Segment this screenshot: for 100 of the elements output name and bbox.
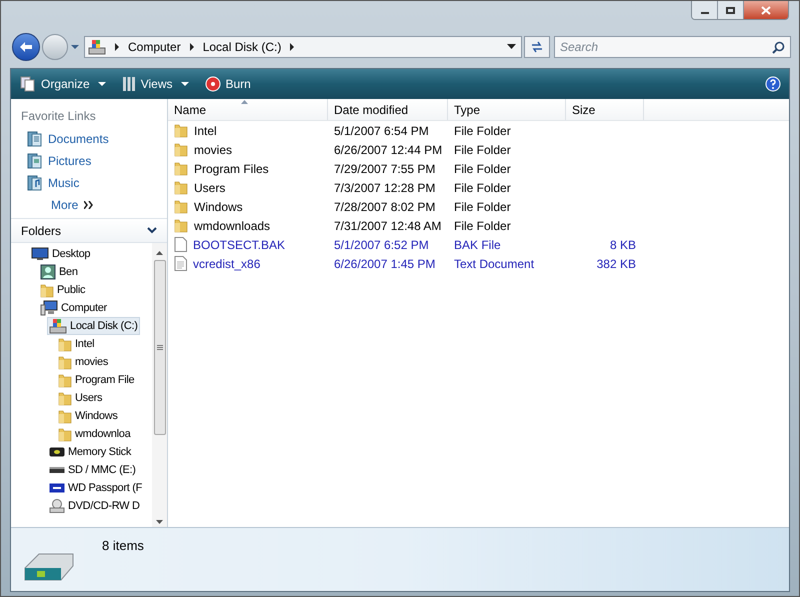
chevron-icon	[147, 227, 157, 234]
chevron-icon[interactable]	[188, 43, 195, 51]
tree-item[interactable]: Public	[38, 281, 88, 299]
file-name: Windows	[194, 198, 243, 216]
more-link[interactable]: More	[21, 194, 167, 216]
help-icon[interactable]	[765, 76, 781, 92]
tree-item[interactable]: DVD/CD-RW D	[47, 497, 142, 515]
toolbar-button[interactable]: Organize	[19, 73, 107, 95]
column-header[interactable]: Date modified	[328, 99, 448, 120]
favorite-link[interactable]: Music	[21, 172, 167, 194]
search-field[interactable]: Search	[554, 36, 791, 58]
maximize-button[interactable]	[718, 1, 744, 19]
monitor-icon	[31, 247, 49, 261]
file-row[interactable]: wmdownloads 7/31/2007 12:48 AM File Folder	[168, 216, 644, 235]
favorite-link[interactable]: Documents	[21, 128, 167, 150]
tree-item[interactable]: wmdownloa	[56, 425, 132, 443]
tree-item[interactable]: Desktop	[29, 245, 92, 263]
date-modified: 7/31/2007 12:48 AM	[334, 218, 442, 232]
file-type: BAK File	[454, 238, 501, 252]
file-name: Users	[194, 180, 226, 196]
minimize-button[interactable]	[692, 1, 718, 19]
tree-item[interactable]: Users	[56, 389, 104, 407]
favorite-link[interactable]: Pictures	[21, 150, 167, 172]
caret-icon[interactable]	[70, 43, 80, 51]
grip-icon	[156, 345, 162, 350]
close-icon	[761, 6, 771, 14]
column-header[interactable]: Type	[448, 99, 566, 120]
address-field[interactable]: Computer Local Disk (C:)	[84, 36, 522, 58]
computer-icon	[40, 300, 58, 316]
date-modified: 7/29/2007 7:55 PM	[334, 162, 436, 176]
dropdown-caret-icon[interactable]	[507, 44, 516, 50]
file-row[interactable]: Windows 7/28/2007 8:02 PM File Folder	[168, 197, 644, 216]
up-arrow-icon[interactable]	[156, 251, 163, 255]
file-row[interactable]: Users 7/3/2007 12:28 PM File Folder	[168, 178, 644, 197]
tree-item[interactable]: Intel	[56, 335, 96, 353]
folder-icon	[174, 123, 188, 138]
down-arrow-icon[interactable]	[156, 520, 163, 524]
file-row[interactable]: Program Files 7/29/2007 7:55 PM File Folder	[168, 159, 644, 178]
refresh-arrows-icon	[530, 41, 544, 53]
tree-item[interactable]: Local Disk (C:)	[47, 317, 140, 335]
item-count: 8 items	[102, 537, 144, 555]
scrollbar[interactable]	[152, 243, 167, 527]
date-modified: 5/1/2007 6:52 PM	[334, 238, 429, 252]
column-header[interactable]: Name	[168, 99, 328, 120]
folder-icon	[58, 408, 72, 424]
folders-header[interactable]: Folders	[11, 218, 167, 243]
file-row[interactable]: BOOTSECT.BAK 5/1/2007 6:52 PM BAK File 8 KB	[168, 235, 644, 254]
tree-item[interactable]: Computer	[38, 299, 109, 317]
tree-item[interactable]: Windows	[56, 407, 120, 425]
column-header[interactable]: Size	[566, 99, 644, 120]
file-size: 8 KB	[610, 238, 636, 252]
folder-icon	[58, 390, 72, 406]
refresh-button[interactable]	[524, 36, 550, 58]
tree-item[interactable]: Ben	[38, 263, 80, 281]
close-button[interactable]	[744, 1, 788, 19]
folder-icon	[174, 180, 188, 195]
pages-icon	[20, 76, 36, 92]
file-row[interactable]: movies 6/26/2007 12:44 PM File Folder	[168, 140, 644, 159]
document-stack-icon	[27, 131, 42, 147]
folder-icon	[174, 199, 188, 214]
user-icon	[40, 264, 56, 280]
folder-icon	[174, 161, 188, 176]
folder-icon	[58, 372, 72, 388]
toolbar-button[interactable]: Views	[120, 73, 190, 95]
optical-drive-icon	[49, 499, 65, 513]
file-type: File Folder	[454, 124, 511, 138]
double-chevron-icon	[84, 201, 94, 209]
back-button[interactable]	[12, 33, 40, 61]
chevron-icon[interactable]	[114, 43, 120, 51]
chevron-icon[interactable]	[289, 43, 296, 51]
breadcrumb-segment[interactable]: Computer	[128, 38, 181, 56]
tree-item[interactable]: SD / MMC (E:)	[47, 461, 138, 479]
file-size: 382 KB	[596, 256, 636, 270]
folder-icon	[174, 218, 188, 233]
folder-icon	[58, 354, 72, 370]
file-row[interactable]: Intel 5/1/2007 6:54 PM File Folder	[168, 121, 644, 140]
tree-item[interactable]: WD Passport (F	[47, 479, 144, 497]
pane-heading: Favorite Links	[21, 108, 97, 125]
file-type: File Folder	[454, 200, 511, 214]
search-icon	[772, 40, 785, 54]
caret-icon	[98, 82, 106, 86]
tree-item[interactable]: Program File	[56, 371, 136, 389]
scrollbar-thumb[interactable]	[154, 260, 166, 435]
columns-icon	[122, 76, 136, 92]
folder-icon	[58, 426, 72, 442]
document-icon	[174, 237, 187, 252]
tree-item[interactable]: Memory Stick	[47, 443, 134, 461]
tree-item[interactable]: movies	[56, 353, 110, 371]
disc-icon	[204, 76, 220, 92]
toolbar-button[interactable]: Burn	[204, 73, 252, 95]
external-drive-icon	[49, 483, 65, 493]
date-modified: 6/26/2007 12:44 PM	[334, 142, 442, 156]
file-type: File Folder	[454, 180, 511, 194]
file-row[interactable]: vcredist_x86 6/26/2007 1:45 PM Text Document 382 KB	[168, 254, 644, 273]
breadcrumb-segment[interactable]: Local Disk (C:)	[202, 38, 282, 56]
file-type: Text Document	[454, 256, 534, 270]
date-modified: 7/3/2007 12:28 PM	[334, 180, 436, 194]
file-name: Program Files	[194, 160, 269, 178]
music-note-icon	[27, 175, 42, 191]
file-name: vcredist_x86	[193, 256, 260, 272]
